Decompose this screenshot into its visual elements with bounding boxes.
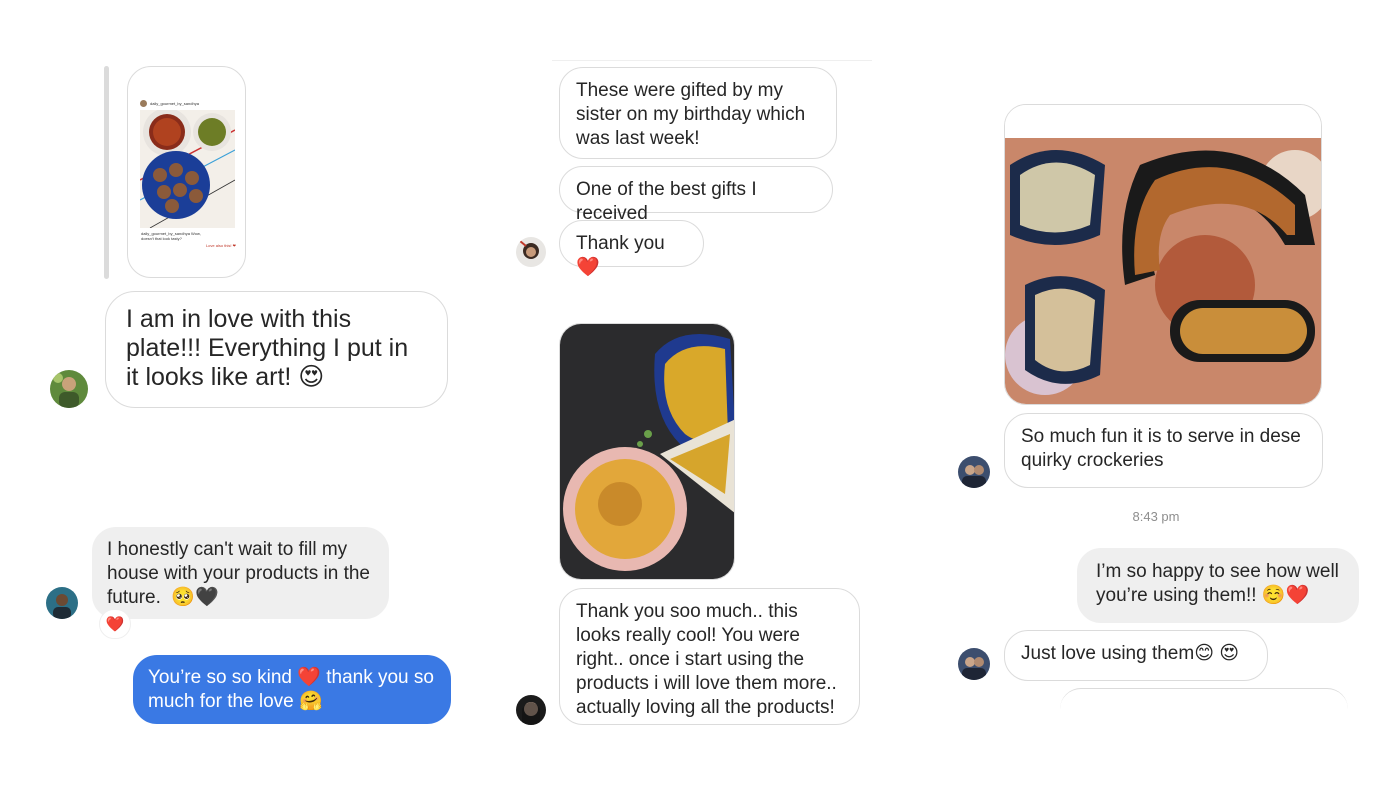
avatar-customer-1[interactable] [50,370,88,408]
avatar-customer-3[interactable] [516,237,546,267]
message-love-plate: I am in love with this plate!!! Everythi… [105,291,448,408]
avatar-image [516,237,546,267]
quote-bar [104,66,109,279]
avatar-customer-2[interactable] [46,587,78,619]
message-happy: I’m so happy to see how well you’re usin… [1077,548,1359,623]
shared-post-header: daily_gourmet_by_sandhya [140,97,235,109]
shared-post-food-image [140,110,235,228]
avatar-image [50,370,88,408]
message-reply-kind: You’re so so kind ❤️ thank you so much f… [133,655,451,724]
shared-post-action[interactable]: Love also this! ❤ [190,243,236,248]
shared-post-card[interactable]: daily_gourmet_by_sandhya daily_gourmet_b… [127,66,246,278]
avatar-image [958,456,990,488]
avatar-image [516,695,546,725]
message-gifted: These were gifted by my sister on my bir… [559,67,837,159]
shared-post-username: daily_gourmet_by_sandhya [150,100,199,106]
heart-icon: ❤️ [105,615,125,633]
reaction-badge[interactable]: ❤️ [99,609,131,639]
snack-bowls-image [560,324,734,579]
panel-divider [552,60,872,61]
shared-post-caption: daily_gourmet_by_sandhya Wow, doesn't th… [141,231,201,241]
crockery-image [1005,105,1321,404]
avatar-customer-4[interactable] [516,695,546,725]
message-thank-you: Thank you ❤️ [559,220,704,278]
message-best-gift: One of the best gifts I received [559,166,833,224]
avatar-customer-5[interactable] [958,456,990,488]
photo-crockery[interactable] [1004,104,1322,405]
message-cant-wait: I honestly can't wait to fill my house w… [92,527,389,619]
timestamp: 8:43 pm [1132,509,1180,524]
message-fun-serve: So much fun it is to serve in dese quirk… [1004,413,1323,488]
message-just-love: Just love using them😊 😍 [1004,630,1268,681]
next-message-edge [1060,688,1348,709]
message-thank-you-much: Thank you soo much.. this looks really c… [559,588,860,725]
avatar-customer-6[interactable] [958,648,990,680]
shared-post-avatar [140,99,147,107]
photo-snack-bowls[interactable] [559,323,735,580]
avatar-image [958,648,990,680]
avatar-image [46,587,78,619]
